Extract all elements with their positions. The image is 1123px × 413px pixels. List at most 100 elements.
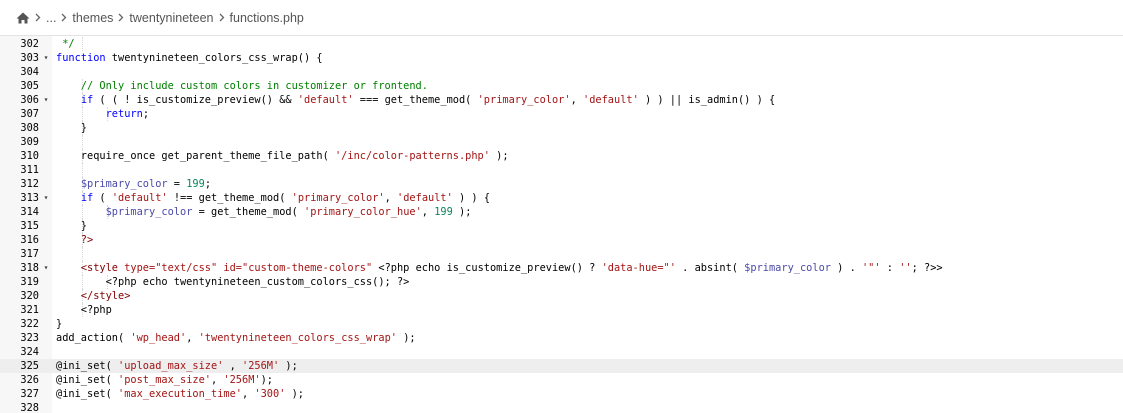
fold-toggle-icon[interactable]: ▾: [41, 191, 51, 205]
code-token: '256M': [223, 374, 261, 386]
code-line[interactable]: 304: [0, 65, 1123, 79]
code-token: ?>: [56, 234, 94, 246]
line-number: 303: [20, 52, 39, 64]
code-lines[interactable]: 302 */303 ▾ function twentynineteen_colors…: [0, 36, 1123, 413]
chevron-right-icon: [35, 13, 41, 22]
code-text: */: [56, 37, 74, 51]
code-token: <?php: [56, 304, 112, 316]
code-token: $primary_color: [80, 178, 168, 190]
code-token: }: [56, 318, 63, 330]
code-token: );: [452, 206, 472, 218]
code-line[interactable]: 327 @ini_set( 'max_execution_time', '300'…: [0, 387, 1123, 401]
code-token: // Only include custom colors in customi…: [56, 80, 428, 92]
code-token: 'post_max_size': [118, 374, 211, 386]
code-text: }: [56, 317, 62, 331]
code-token: );: [285, 388, 305, 400]
code-token: ;: [142, 108, 150, 120]
code-token: ) ) {: [452, 192, 491, 204]
code-line[interactable]: 309: [0, 135, 1123, 149]
code-text: <?php: [56, 303, 112, 317]
code-token: </style>: [56, 290, 131, 302]
line-number: 328: [20, 402, 39, 413]
code-line[interactable]: 316 ?>: [0, 233, 1123, 247]
line-number: 321: [20, 304, 39, 316]
code-text: </style>: [56, 289, 131, 303]
code-line[interactable]: 314 $primary_color = get_theme_mod( 'pri…: [0, 205, 1123, 219]
code-line[interactable]: 317: [0, 247, 1123, 261]
line-number: 305: [20, 80, 39, 92]
code-token: ; ?>>: [911, 262, 943, 274]
code-line[interactable]: 319 <?php echo twentynineteen_custom_col…: [0, 275, 1123, 289]
code-line[interactable]: 310 require_once get_parent_theme_file_p…: [0, 149, 1123, 163]
code-line[interactable]: 312 $primary_color = 199;: [0, 177, 1123, 191]
fold-toggle-icon[interactable]: ▾: [41, 261, 51, 275]
code-line[interactable]: 328: [0, 401, 1123, 413]
line-number: 311: [20, 164, 39, 176]
code-token: ,: [384, 192, 398, 204]
code-line[interactable]: 306 ▾ if ( ( ! is_customize_preview() && …: [0, 93, 1123, 107]
fold-toggle-icon[interactable]: ▾: [41, 51, 51, 65]
fold-toggle-icon[interactable]: ▾: [41, 93, 51, 107]
code-text: function twentynineteen_colors_css_wrap(…: [56, 51, 323, 65]
code-line[interactable]: 326 @ini_set( 'post_max_size', '256M');: [0, 373, 1123, 387]
code-token: 'primary_color': [291, 192, 385, 204]
code-line[interactable]: 307 return;: [0, 107, 1123, 121]
code-token: <style: [56, 262, 125, 274]
breadcrumb-item-functions-php: functions.php: [229, 10, 304, 25]
breadcrumb-item-twentynineteen[interactable]: twentynineteen: [129, 11, 213, 25]
code-token: require_once get_parent_theme_file_path(: [56, 150, 335, 162]
code-editor[interactable]: 302 */303 ▾ function twentynineteen_colors…: [0, 36, 1123, 413]
code-token: '"': [861, 262, 881, 274]
code-line[interactable]: 318 ▾ <style type="text/css" id="custom-t…: [0, 261, 1123, 275]
line-number: 307: [20, 108, 39, 120]
line-number: 324: [20, 346, 39, 358]
code-text: if ( ( ! is_customize_preview() && 'defa…: [56, 93, 775, 107]
code-text: }: [56, 219, 87, 233]
code-text: $primary_color = 199;: [56, 177, 211, 191]
code-line[interactable]: 322}: [0, 317, 1123, 331]
code-token: '': [899, 262, 912, 274]
breadcrumb-item-themes[interactable]: themes: [72, 11, 113, 25]
code-line[interactable]: 311: [0, 163, 1123, 177]
line-number: 323: [20, 332, 39, 344]
line-number: 306: [20, 94, 39, 106]
code-line[interactable]: 313 ▾ if ( 'default' !== get_theme_mod( '…: [0, 191, 1123, 205]
code-token: @ini_set(: [56, 374, 118, 386]
line-number: 313: [20, 192, 39, 204]
code-token: 'max_execution_time': [118, 388, 242, 400]
code-line[interactable]: 321 <?php: [0, 303, 1123, 317]
code-token: = get_theme_mod(: [192, 206, 304, 218]
code-line[interactable]: 320 </style>: [0, 289, 1123, 303]
code-text: <style type="text/css" id="custom-theme-…: [56, 261, 943, 275]
line-number: 327: [20, 388, 39, 400]
code-line[interactable]: 303 ▾ function twentynineteen_colors_css_w…: [0, 51, 1123, 65]
code-token: ( ( ! is_customize_preview() &&: [93, 94, 298, 106]
code-line[interactable]: 324: [0, 345, 1123, 359]
indent-guide: [82, 247, 84, 261]
code-token: . absint(: [675, 262, 745, 274]
code-text: @ini_set( 'post_max_size', '256M');: [56, 373, 273, 387]
code-token: 'data-hue="': [601, 262, 676, 274]
code-line[interactable]: 323 add_action( 'wp_head', 'twentyninetee…: [0, 331, 1123, 345]
code-line[interactable]: 302 */: [0, 37, 1123, 51]
line-number: 309: [20, 136, 39, 148]
code-line[interactable]: 325 @ini_set( 'upload_max_size' , '256M' …: [0, 359, 1123, 373]
code-token: 199: [434, 206, 453, 218]
code-token: 'upload_max_size': [118, 360, 224, 372]
code-text: $primary_color = get_theme_mod( 'primary…: [56, 205, 472, 219]
code-token: '300': [254, 388, 286, 400]
code-token: 'default': [111, 192, 168, 204]
line-number: 310: [20, 150, 39, 162]
code-token: );: [397, 332, 416, 344]
home-icon[interactable]: [16, 12, 30, 24]
code-line[interactable]: 305 // Only include custom colors in cus…: [0, 79, 1123, 93]
code-line[interactable]: 308 }: [0, 121, 1123, 135]
line-number: 315: [20, 220, 39, 232]
code-token: ,: [211, 374, 224, 386]
code-line[interactable]: 315 }: [0, 219, 1123, 233]
code-token: <?php echo is_customize_preview() ?: [372, 262, 602, 274]
breadcrumb-ellipsis[interactable]: ...: [46, 11, 56, 25]
